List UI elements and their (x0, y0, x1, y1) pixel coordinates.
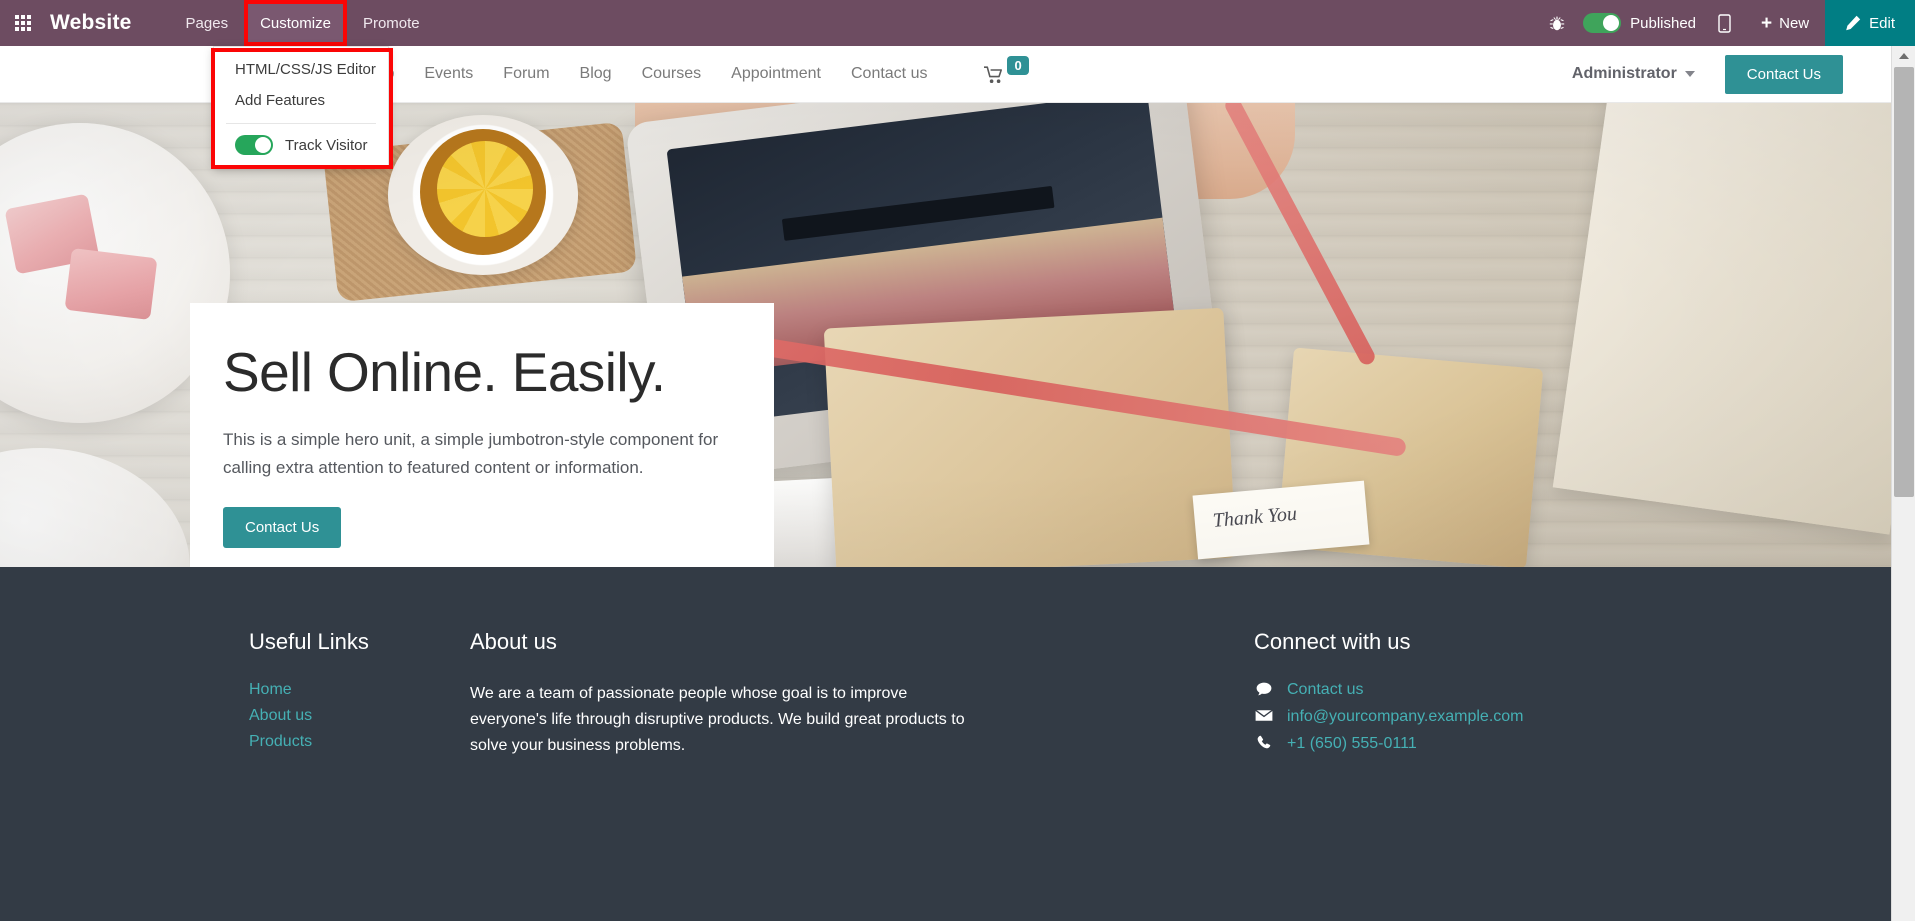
user-menu[interactable]: Administrator (1572, 65, 1695, 83)
footer-column-connect-with-us: Connect with us Contact us info@yourcomp… (1254, 629, 1734, 762)
systray-menu: Pages Customize Promote (170, 0, 436, 46)
new-button-label: New (1779, 14, 1810, 32)
nav-link-appointment[interactable]: Appointment (716, 65, 836, 83)
footer-title-connect-with-us: Connect with us (1254, 629, 1411, 654)
odoo-systray-bar: Website Pages Customize Promote Publishe… (0, 0, 1915, 46)
cart-count-badge: 0 (1007, 56, 1029, 75)
hero-content-card: Sell Online. Easily. This is a simple he… (190, 303, 774, 567)
chat-bubble-icon (1254, 682, 1274, 699)
pencil-icon (1846, 15, 1861, 31)
website-nav-links: Shop Events Forum Blog Courses Appointme… (342, 65, 942, 83)
scroll-thumb[interactable] (1894, 67, 1914, 497)
publish-toggle[interactable]: Published (1579, 13, 1704, 33)
shopping-cart-icon (984, 66, 1005, 88)
envelope-icon (1254, 709, 1274, 725)
footer-title-useful-links: Useful Links (249, 629, 369, 654)
vertical-scrollbar[interactable] (1891, 46, 1915, 921)
new-button[interactable]: + New (1745, 0, 1825, 46)
dropdown-separator (226, 123, 376, 124)
hero-section: Thank You Sell Online. Easily. This is a… (0, 103, 1891, 567)
footer-column-useful-links: Useful Links Home About us Products (249, 629, 484, 762)
publish-label: Published (1630, 14, 1697, 32)
bug-icon[interactable] (1535, 0, 1579, 46)
scroll-up-arrow[interactable] (1892, 46, 1915, 66)
track-visitor-switch-icon[interactable] (235, 135, 273, 155)
footer-about-text: We are a team of passionate people whose… (470, 685, 965, 754)
dropdown-item-track-visitor[interactable]: Track Visitor (214, 133, 388, 158)
mobile-preview-icon[interactable] (1704, 0, 1745, 46)
footer-column-about-us: About us We are a team of passionate peo… (470, 629, 1030, 762)
menu-item-promote[interactable]: Promote (347, 0, 436, 46)
edit-button[interactable]: Edit (1825, 0, 1915, 46)
website-nav-right: Administrator Contact Us (1572, 54, 1891, 94)
footer-contact-row: +1 (650) 555-0111 (1254, 735, 1734, 753)
hero-contact-us-button[interactable]: Contact Us (223, 507, 342, 549)
nav-link-courses[interactable]: Courses (627, 65, 717, 83)
apps-menu-icon[interactable] (0, 0, 46, 46)
footer-link-home[interactable]: Home (249, 681, 484, 699)
publish-switch-icon[interactable] (1583, 13, 1622, 33)
nav-link-blog[interactable]: Blog (565, 65, 627, 83)
dropdown-item-html-css-js-editor[interactable]: HTML/CSS/JS Editor (214, 54, 388, 85)
footer-link-about-us[interactable]: About us (249, 707, 484, 725)
user-menu-label: Administrator (1571, 65, 1677, 82)
app-brand-title[interactable]: Website (50, 11, 132, 35)
systray-right-group: Published + New Edit (1535, 0, 1915, 46)
customize-dropdown-menu: HTML/CSS/JS Editor Add Features Track Vi… (213, 46, 389, 168)
menu-item-customize[interactable]: Customize (244, 0, 347, 46)
edit-button-label: Edit (1869, 14, 1895, 32)
track-visitor-label: Track Visitor (285, 136, 368, 154)
dropdown-item-add-features[interactable]: Add Features (214, 85, 388, 116)
footer-contact-row: Contact us (1254, 681, 1734, 699)
menu-item-pages[interactable]: Pages (170, 0, 245, 46)
nav-link-contact-us[interactable]: Contact us (836, 65, 942, 83)
footer-phone-link[interactable]: +1 (650) 555-0111 (1287, 735, 1417, 753)
cart-button[interactable]: 0 (984, 56, 1029, 88)
apps-grid-glyph (14, 14, 32, 32)
website-footer: Useful Links Home About us Products Abou… (0, 567, 1891, 921)
nav-contact-us-button[interactable]: Contact Us (1724, 54, 1843, 94)
nav-link-forum[interactable]: Forum (488, 65, 564, 83)
hero-title: Sell Online. Easily. (223, 341, 666, 403)
chevron-down-icon (1684, 71, 1695, 77)
plus-icon: + (1761, 12, 1773, 34)
phone-icon (1254, 735, 1274, 753)
footer-link-products[interactable]: Products (249, 733, 484, 751)
footer-email-link[interactable]: info@yourcompany.example.com (1287, 708, 1524, 726)
footer-columns: Useful Links Home About us Products Abou… (0, 567, 1891, 762)
nav-link-events[interactable]: Events (409, 65, 488, 83)
footer-contact-us-link[interactable]: Contact us (1287, 681, 1363, 699)
hero-subtitle: This is a simple hero unit, a simple jum… (223, 430, 719, 477)
footer-title-about-us: About us (470, 629, 557, 654)
footer-contact-row: info@yourcompany.example.com (1254, 708, 1734, 726)
